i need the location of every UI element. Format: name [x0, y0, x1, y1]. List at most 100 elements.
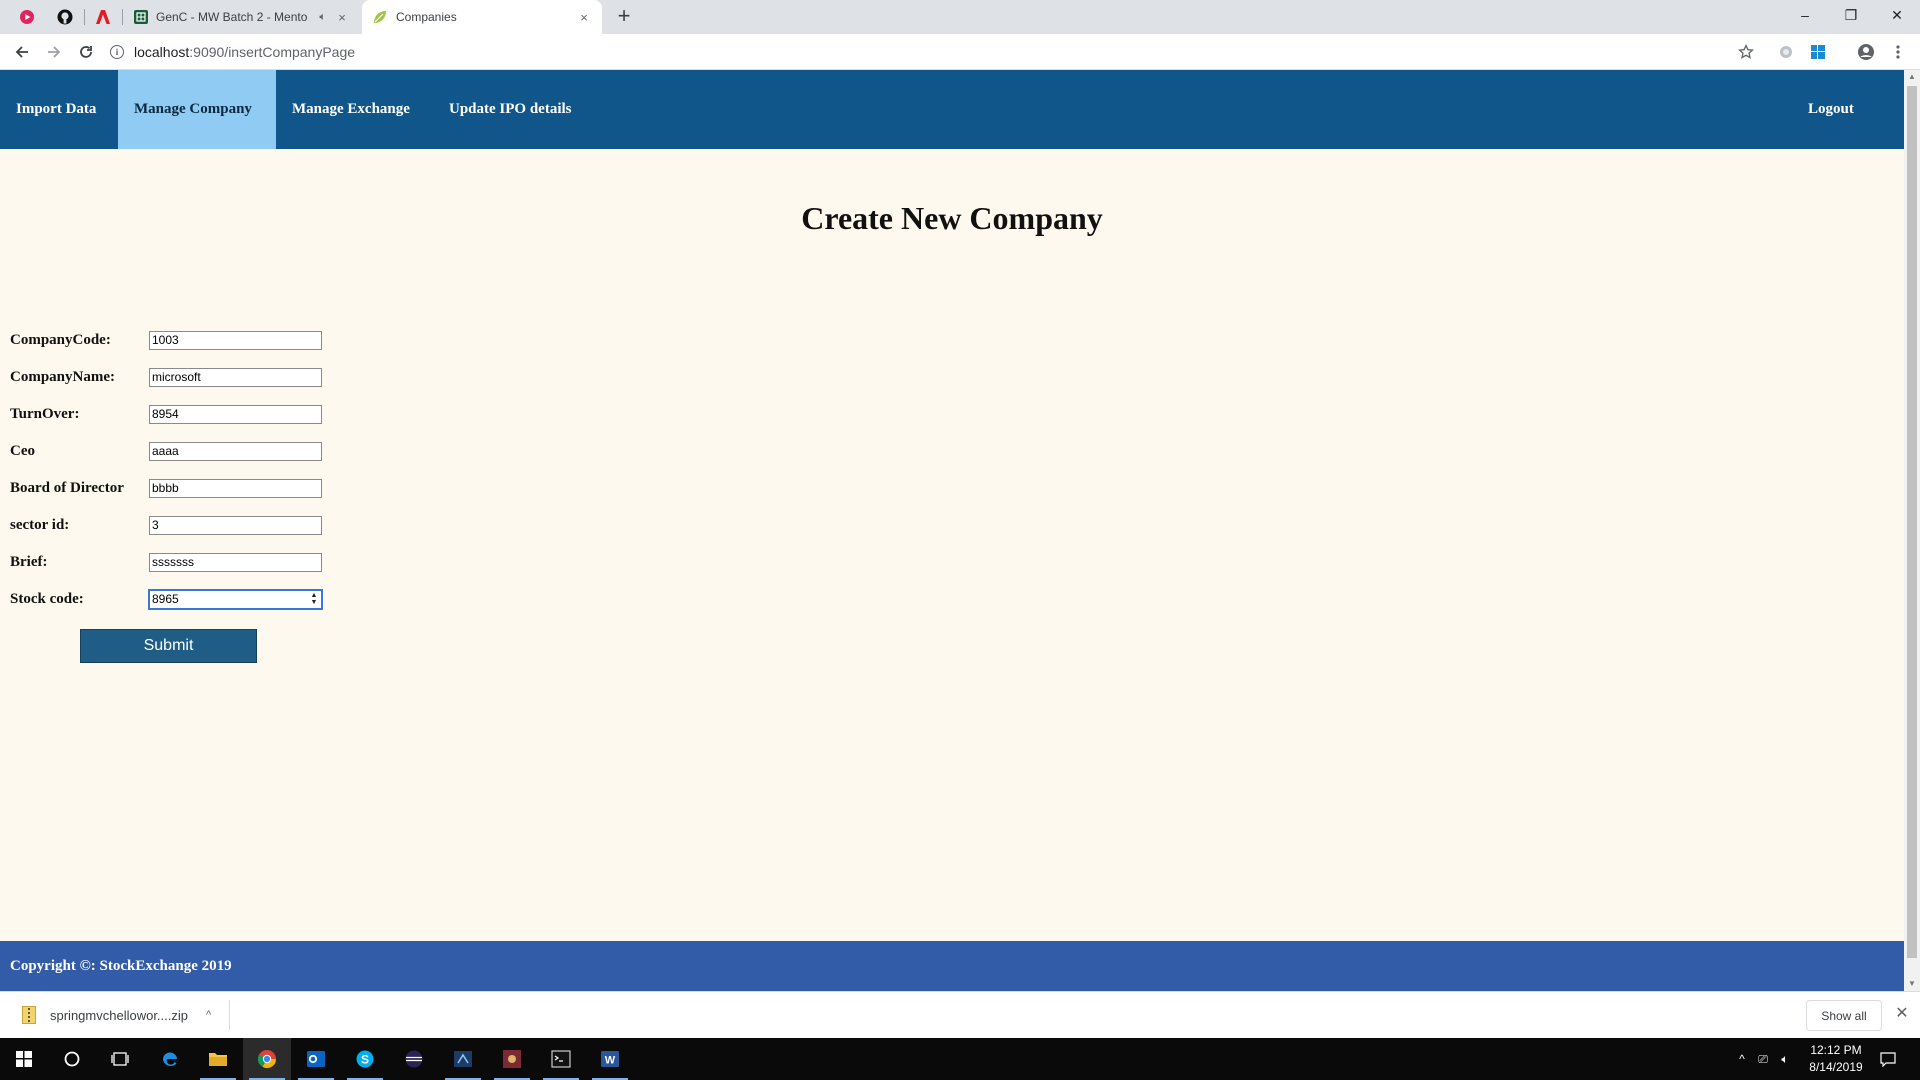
tab-title: Companies	[396, 10, 457, 24]
youtube-icon	[20, 10, 34, 24]
close-download-shelf-icon[interactable]: ✕	[1893, 1005, 1911, 1023]
taskbar-file-explorer[interactable]	[194, 1038, 242, 1080]
word-icon: W	[601, 1051, 619, 1067]
taskbar-edge[interactable]	[146, 1038, 194, 1080]
tab-close-button[interactable]: ×	[576, 9, 592, 25]
download-shelf: springmvchellowor....zip ^ Show all ✕	[0, 991, 1920, 1038]
windows-extension-button[interactable]	[1806, 40, 1830, 64]
browser-menu-button[interactable]	[1886, 40, 1910, 64]
address-bar[interactable]: i localhost:9090/insertCompanyPage	[110, 39, 1755, 65]
page-footer: Copyright ©: StockExchange 2019	[0, 941, 1904, 991]
start-button[interactable]	[0, 1038, 48, 1080]
turnover-input[interactable]	[149, 404, 322, 424]
cortana-circle-icon	[64, 1051, 80, 1067]
url-path: :9090/insertCompanyPage	[189, 44, 356, 60]
system-tray: ^ ⎚ 🔈︎	[1732, 1038, 1796, 1080]
extension-circle-icon	[1780, 46, 1792, 58]
reload-button[interactable]	[74, 40, 98, 64]
stock-code-label: Stock code:	[10, 590, 84, 607]
brief-input[interactable]	[149, 552, 322, 572]
nav-manage-company[interactable]: Manage Company	[118, 70, 276, 149]
code-editor-icon	[454, 1051, 472, 1067]
taskbar-skype[interactable]: S	[341, 1038, 389, 1080]
form-row-sector-id: sector id:	[10, 515, 322, 535]
back-button[interactable]	[10, 40, 34, 64]
taskbar-visual-studio-code[interactable]	[439, 1038, 487, 1080]
show-all-button[interactable]: Show all	[1806, 1000, 1882, 1031]
info-icon[interactable]: i	[110, 45, 124, 59]
svg-text:W: W	[605, 1055, 616, 1067]
pinned-tab-github[interactable]	[50, 4, 80, 30]
stock-code-stepper[interactable]: ▲▼	[148, 588, 323, 610]
company-name-input[interactable]	[149, 367, 322, 387]
scroll-down-arrow-icon[interactable]: ▼	[1904, 977, 1920, 991]
form-row-company-name: CompanyName:	[10, 367, 322, 387]
tab-title: GenC - MW Batch 2 - Mento	[156, 10, 308, 24]
forward-button[interactable]	[42, 40, 66, 64]
form-row-company-code: CompanyCode:	[10, 330, 322, 350]
chevron-up-icon[interactable]: ^	[206, 1009, 211, 1021]
page-scrollbar[interactable]: ▲ ▼	[1904, 70, 1920, 991]
windows-logo-icon	[1811, 45, 1825, 59]
taskbar-word[interactable]: W	[586, 1038, 634, 1080]
speaker-icon[interactable]: 🔈︎	[319, 11, 326, 24]
action-center-button[interactable]	[1864, 1038, 1912, 1080]
scrollbar-thumb[interactable]	[1907, 86, 1917, 958]
stock-code-input[interactable]	[148, 588, 323, 610]
star-icon	[1738, 44, 1754, 59]
zip-file-icon	[22, 1006, 36, 1024]
arrow-left-icon	[15, 46, 28, 58]
taskbar-command-prompt[interactable]	[537, 1038, 585, 1080]
company-name-label: CompanyName:	[10, 368, 115, 385]
new-tab-button[interactable]: +	[612, 5, 636, 29]
url-text[interactable]: localhost:9090/insertCompanyPage	[134, 44, 355, 60]
task-view-button[interactable]	[96, 1038, 144, 1080]
profile-button[interactable]	[1854, 40, 1878, 64]
board-of-director-input[interactable]	[149, 478, 322, 498]
eclipse-icon	[405, 1050, 423, 1068]
form-row-board-of-director: Board of Director	[10, 478, 322, 498]
pinned-tab-youtube[interactable]	[12, 4, 42, 30]
nav-manage-exchange[interactable]: Manage Exchange	[276, 70, 426, 149]
volume-icon[interactable]: 🔈︎	[1774, 1052, 1796, 1067]
company-code-input[interactable]	[149, 330, 322, 350]
windows-taskbar: S W ^ ⎚ 🔈︎ 12:12 PM 8/14/2019	[0, 1038, 1920, 1080]
nav-logout[interactable]: Logout	[1792, 70, 1870, 149]
bookmark-star-button[interactable]	[1734, 40, 1758, 64]
taskbar-outlook[interactable]	[292, 1038, 340, 1080]
notification-icon	[1880, 1052, 1896, 1067]
close-window-button[interactable]: ✕	[1874, 0, 1920, 30]
ceo-input[interactable]	[149, 441, 322, 461]
pinned-tab-adobe[interactable]	[88, 4, 118, 30]
sector-id-input[interactable]	[149, 515, 322, 535]
restore-button[interactable]: ❐	[1828, 0, 1874, 30]
tab-close-button[interactable]: ×	[334, 9, 350, 25]
extension-button[interactable]	[1774, 40, 1798, 64]
arrow-right-icon	[48, 46, 61, 58]
spinner-arrows-icon[interactable]: ▲ ▼	[309, 592, 319, 607]
download-item[interactable]: springmvchellowor....zip ^	[12, 1000, 230, 1030]
sector-id-label: sector id:	[10, 516, 70, 533]
chevron-up-icon[interactable]: ^	[1732, 1052, 1752, 1066]
nav-import-data[interactable]: Import Data	[0, 70, 112, 149]
taskbar-eclipse[interactable]	[390, 1038, 438, 1080]
taskbar-git-tool[interactable]	[488, 1038, 536, 1080]
tab-genc-batch[interactable]: GenC - MW Batch 2 - Mento 🔈︎ ×	[124, 0, 360, 34]
cortana-search-button[interactable]	[48, 1038, 96, 1080]
folder-icon	[209, 1053, 227, 1066]
company-code-label: CompanyCode:	[10, 331, 111, 348]
edge-icon	[162, 1052, 177, 1066]
brief-label: Brief:	[10, 553, 48, 570]
tab-companies[interactable]: Companies ×	[362, 0, 602, 34]
nav-update-ipo-details[interactable]: Update IPO details	[433, 70, 588, 149]
taskbar-chrome[interactable]	[243, 1038, 291, 1080]
submit-button[interactable]: Submit	[80, 629, 257, 663]
form-row-brief: Brief:	[10, 552, 322, 572]
top-navigation: Import Data Manage Company Manage Exchan…	[0, 70, 1904, 149]
spring-leaf-icon	[374, 11, 386, 23]
scroll-up-arrow-icon[interactable]: ▲	[1904, 70, 1920, 84]
download-file-name: springmvchellowor....zip	[50, 1007, 188, 1023]
adobe-icon	[96, 10, 110, 24]
minimize-button[interactable]: –	[1782, 0, 1828, 30]
network-icon[interactable]: ⎚	[1752, 1052, 1774, 1067]
